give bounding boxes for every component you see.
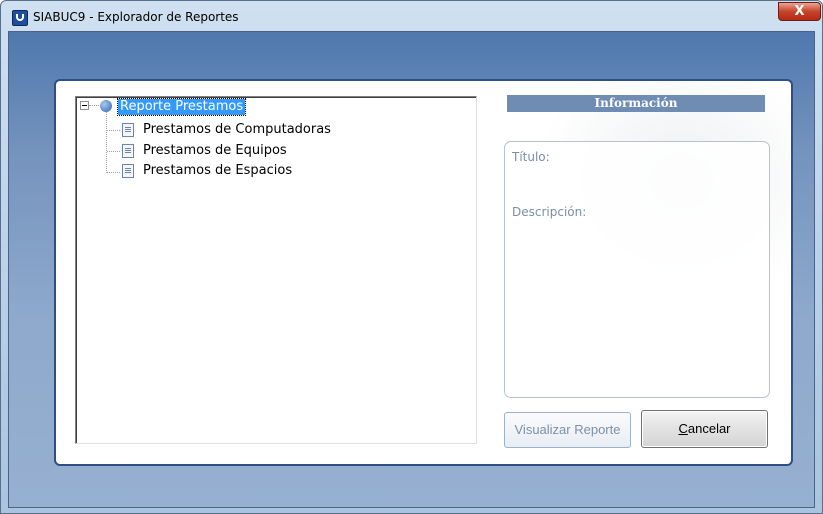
info-header: Información — [507, 95, 765, 112]
cancelar-button[interactable]: Cancelar — [641, 410, 768, 448]
collapse-toggle-icon[interactable] — [80, 101, 89, 110]
tree-connector — [89, 105, 99, 106]
visualizar-reporte-button[interactable]: Visualizar Reporte — [504, 412, 631, 448]
cancelar-label: ancelar — [687, 421, 731, 436]
report-group-icon — [100, 100, 112, 112]
app-icon — [12, 10, 28, 26]
title-bar[interactable]: SIABUC9 - Explorador de Reportes X — [1, 1, 822, 31]
cancelar-mnemonic: C — [678, 421, 688, 436]
report-document-icon — [122, 164, 134, 178]
tree-connector — [107, 151, 120, 152]
titulo-label: Título: — [512, 150, 550, 164]
tree-connector — [107, 130, 120, 131]
tree-connector — [107, 172, 120, 173]
info-box — [504, 141, 770, 398]
tree-root-reporte-prestamos[interactable]: Reporte Prestamos — [116, 98, 247, 116]
tree-item-prestamos-computadoras[interactable]: Prestamos de Computadoras — [143, 122, 331, 138]
report-document-icon — [122, 144, 134, 158]
descripcion-label: Descripción: — [512, 205, 587, 219]
tree-item-prestamos-espacios[interactable]: Prestamos de Espacios — [143, 163, 292, 179]
tree-connector — [106, 112, 107, 173]
report-document-icon — [122, 123, 134, 137]
tree-item-prestamos-equipos[interactable]: Prestamos de Equipos — [143, 143, 287, 159]
window-title: SIABUC9 - Explorador de Reportes — [33, 10, 239, 24]
close-button[interactable]: X — [778, 2, 821, 21]
